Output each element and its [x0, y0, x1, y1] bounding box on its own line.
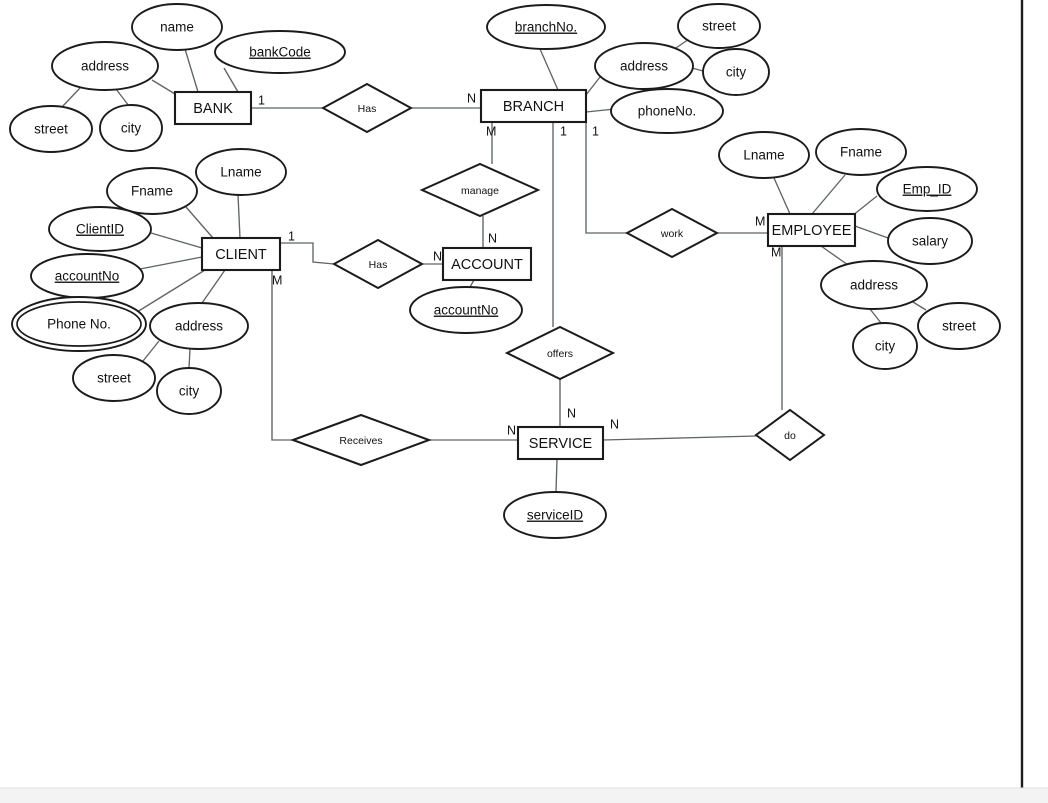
cardinality-c_service_offers: N [567, 406, 576, 420]
attribute-label-client_id: ClientID [76, 222, 124, 237]
attribute-label-emp_id: Emp_ID [903, 182, 952, 197]
attribute-bank_address: address [51, 41, 159, 91]
attribute-branch_street: street [677, 3, 761, 49]
attribute-emp_address: address [820, 260, 928, 310]
attribute-client_fname: Fname [106, 167, 198, 215]
attribute-bank_code: bankCode [214, 30, 346, 74]
attribute-client_accno: accountNo [30, 253, 144, 299]
cardinality-c_client_receives: M [272, 273, 282, 287]
attribute-label-bank_address: address [81, 59, 129, 74]
attribute-branch_no: branchNo. [486, 4, 606, 50]
cardinality-c_branch_offers: 1 [560, 124, 567, 138]
relationship-label-receives: Receives [339, 435, 382, 447]
attribute-emp_salary: salary [887, 217, 973, 265]
cardinality-c_emp_work: M [755, 214, 765, 228]
cardinality-c_service_do: N [610, 417, 619, 431]
cardinality-c_branch_has: N [467, 91, 476, 105]
attribute-client_lname: Lname [195, 148, 287, 196]
attribute-label-emp_address: address [850, 278, 898, 293]
relationship-label-offers: offers [547, 348, 573, 360]
attribute-label-branch_city: city [726, 65, 747, 80]
attribute-label-client_phone: Phone No. [47, 317, 111, 332]
attribute-label-branch_street: street [702, 19, 736, 34]
relationship-label-has_client_account: Has [369, 259, 388, 271]
cardinality-c_account_manage: N [488, 231, 497, 245]
attribute-label-branch_address: address [620, 59, 668, 74]
attribute-client_street: street [72, 354, 156, 402]
attribute-label-emp_salary: salary [912, 234, 948, 249]
attribute-branch_city: city [702, 48, 770, 96]
attribute-bank_name: name [131, 3, 223, 51]
attribute-account_no: accountNo [409, 286, 523, 334]
attribute-label-client_accno: accountNo [55, 269, 120, 284]
attribute-label-branch_no: branchNo. [515, 20, 577, 35]
cardinality-c_branch_work: 1 [592, 124, 599, 138]
attribute-emp_lname: Lname [718, 131, 810, 179]
attribute-label-emp_city: city [875, 339, 896, 354]
attribute-label-bank_street: street [34, 122, 68, 137]
attribute-branch_address: address [594, 42, 694, 90]
attribute-label-client_address: address [175, 319, 223, 334]
page-footer-strip [0, 788, 1048, 803]
cardinality-c_account_has: N [433, 249, 442, 263]
attribute-label-bank_city: city [121, 121, 142, 136]
relationship-label-manage: manage [461, 185, 499, 197]
entity-label-service: SERVICE [529, 436, 593, 452]
cardinality-c_emp_do: M [771, 245, 781, 259]
entity-label-bank: BANK [193, 101, 233, 117]
attribute-branch_phone: phoneNo. [610, 88, 724, 134]
cardinality-c_client_has: 1 [288, 229, 295, 243]
attribute-bank_city: city [99, 104, 163, 152]
relationship-label-do: do [784, 430, 796, 442]
attribute-label-bank_name: name [160, 20, 194, 35]
relationship-label-has_bank_branch: Has [358, 103, 377, 115]
relationship-label-work: work [660, 228, 684, 240]
entity-branch: BRANCH [479, 88, 588, 124]
attribute-client_phone: Phone No. [11, 296, 147, 352]
entity-bank: BANK [173, 90, 253, 126]
attribute-label-bank_code: bankCode [249, 45, 311, 60]
attribute-label-emp_fname: Fname [840, 145, 882, 160]
attribute-label-client_street: street [97, 371, 131, 386]
entity-service: SERVICE [516, 425, 605, 461]
attribute-label-service_id: serviceID [527, 508, 584, 523]
cardinality-c_bank_has: 1 [258, 93, 265, 107]
entity-account: ACCOUNT [441, 246, 533, 282]
attribute-label-client_lname: Lname [220, 165, 261, 180]
attribute-emp_city: city [852, 322, 918, 370]
attribute-client_address: address [149, 302, 249, 350]
attribute-emp_street: street [917, 302, 1001, 350]
entity-label-employee: EMPLOYEE [772, 223, 852, 239]
entity-label-account: ACCOUNT [451, 257, 523, 273]
attribute-client_city: city [156, 367, 222, 415]
attribute-emp_id: Emp_ID [876, 166, 978, 212]
attribute-label-client_fname: Fname [131, 184, 173, 199]
attribute-emp_fname: Fname [815, 128, 907, 176]
attribute-label-emp_street: street [942, 319, 976, 334]
entity-client: CLIENT [200, 236, 282, 272]
attribute-bank_street: street [9, 105, 93, 153]
entity-label-branch: BRANCH [503, 99, 564, 115]
attribute-label-client_city: city [179, 384, 200, 399]
attribute-label-emp_lname: Lname [743, 148, 784, 163]
er-diagram-svg: address street city name bankCode branchNo. ad… [0, 0, 1048, 803]
er-diagram-canvas: address street city name bankCode branchNo. ad… [0, 0, 1048, 803]
attribute-label-branch_phone: phoneNo. [638, 104, 697, 119]
attribute-label-account_no: accountNo [434, 303, 499, 318]
attribute-service_id: serviceID [503, 491, 607, 539]
cardinality-c_branch_manage: M [486, 124, 496, 138]
entity-label-client: CLIENT [215, 247, 267, 263]
entity-employee: EMPLOYEE [766, 212, 857, 248]
attribute-client_id: ClientID [48, 206, 152, 252]
cardinality-c_service_recv: N [507, 423, 516, 437]
